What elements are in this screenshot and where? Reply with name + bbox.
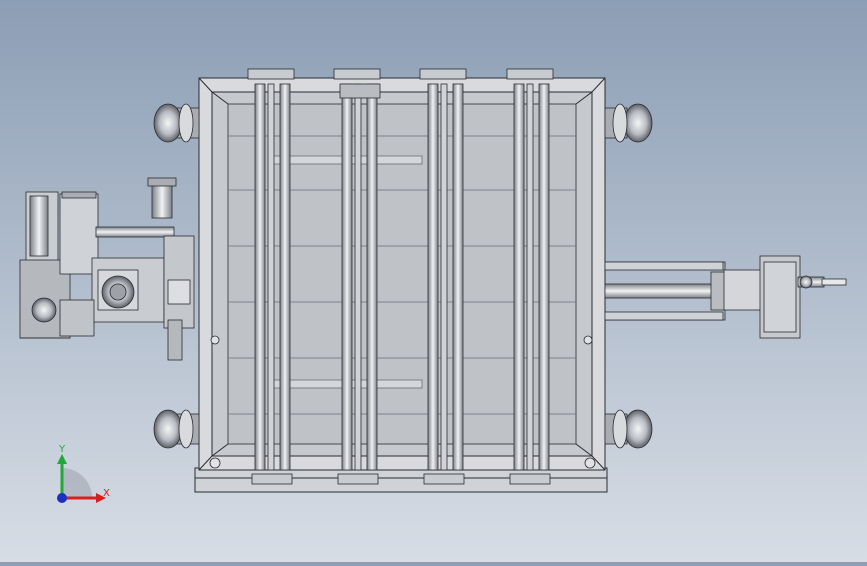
rail-3	[427, 83, 464, 471]
triad-plane	[62, 468, 92, 498]
rail-2	[341, 83, 378, 471]
assembly-drawing[interactable]: X Y	[0, 0, 867, 562]
rail-4	[513, 83, 550, 471]
right-cylinder-assembly	[604, 255, 847, 339]
z-axis-dot	[57, 493, 67, 503]
wheel-top-left	[153, 103, 200, 143]
coordinate-triad: X Y	[57, 444, 110, 503]
left-drive-assembly	[19, 177, 195, 361]
wheel-bottom-left	[153, 409, 200, 449]
cad-viewport[interactable]: X Y	[0, 0, 867, 562]
wheel-top-right	[604, 103, 653, 143]
y-axis-label: Y	[58, 444, 66, 455]
rail-1	[254, 83, 291, 471]
y-axis-arrowhead	[57, 454, 67, 464]
wheel-bottom-right	[604, 409, 653, 449]
x-axis-label: X	[103, 488, 110, 499]
